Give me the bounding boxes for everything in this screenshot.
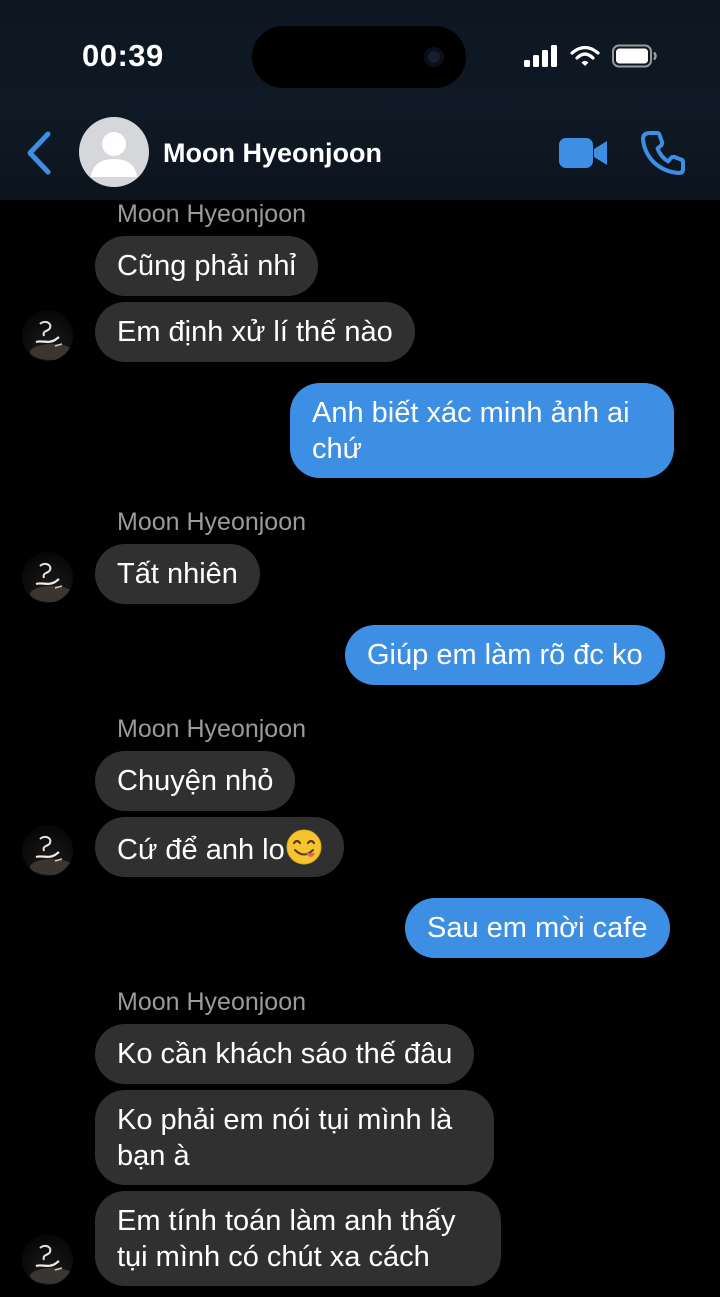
default-user-icon [91, 132, 137, 177]
contact-avatar[interactable] [22, 310, 73, 361]
sender-name: Moon Hyeonjoon [117, 200, 307, 228]
message-text-line: Ko phải em nói tụi mình là [117, 1104, 453, 1136]
message-text: Chuyện nhỏ [117, 765, 274, 797]
message-text: Cũng phải nhỉ [117, 250, 296, 282]
sender-name: Moon Hyeonjoon [117, 715, 307, 743]
incoming-message[interactable]: Chuyện nhỏ [95, 751, 296, 811]
contact-avatar[interactable] [22, 1234, 73, 1285]
contact-avatar[interactable] [22, 825, 73, 876]
message-text-line: tụi mình có chút xa cách [117, 1241, 430, 1273]
avatar-photo [30, 562, 73, 602]
message-text-line: chứ [312, 433, 363, 465]
contact-avatar[interactable] [22, 552, 73, 603]
outgoing-message[interactable]: Sau em mời cafe [405, 898, 670, 958]
front-camera-icon [424, 47, 444, 67]
battery-icon [612, 44, 657, 68]
outgoing-message[interactable]: Giúp em làm rõ đc ko [345, 625, 665, 685]
sender-name: Moon Hyeonjoon [117, 508, 307, 536]
status-time: 00:39 [82, 38, 164, 73]
dynamic-island [252, 26, 466, 88]
video-camera-icon[interactable] [558, 136, 608, 170]
incoming-message[interactable]: Ko cần khách sáo thế đâu [95, 1024, 475, 1084]
message-text: Em định xử lí thế nào [117, 316, 393, 348]
incoming-message[interactable]: Tất nhiên [95, 544, 260, 604]
messenger-chat-screen: Moon Hyeonjoon Cũng phải nhỉ Em định xử … [0, 0, 720, 1297]
yum-face-icon [286, 829, 322, 865]
message-text: Tất nhiên [117, 558, 238, 590]
message-text-line: Em tính toán làm anh thấy [117, 1205, 456, 1237]
message-text: Cứ để anh lo [117, 834, 285, 866]
phone-icon[interactable] [640, 130, 686, 176]
incoming-message[interactable]: Em định xử lí thế nào [95, 302, 415, 362]
message-text: Giúp em làm rõ đc ko [367, 639, 643, 671]
status-icons [524, 44, 658, 68]
chat-header: 00:39 Moon Hyeonjoon [0, 0, 720, 200]
avatar-photo [30, 1244, 73, 1284]
incoming-message[interactable]: Em tính toán làm anh thấy tụi mình có ch… [95, 1191, 501, 1286]
outgoing-message[interactable]: Anh biết xác minh ảnh ai chứ [290, 383, 674, 478]
wifi-icon [570, 45, 600, 66]
message-text-line: bạn à [117, 1140, 190, 1172]
incoming-message[interactable]: Ko phải em nói tụi mình là bạn à [95, 1090, 494, 1185]
message-text: Sau em mời cafe [427, 912, 648, 944]
avatar-photo [30, 320, 73, 360]
chevron-left-icon[interactable] [22, 130, 58, 176]
avatar-photo [30, 835, 73, 875]
message-text-line: Anh biết xác minh ảnh ai [312, 397, 630, 429]
contact-avatar-header[interactable] [79, 117, 149, 187]
incoming-message[interactable]: Cũng phải nhỉ [95, 236, 318, 296]
contact-name[interactable]: Moon Hyeonjoon [163, 138, 382, 169]
cellular-signal-icon [524, 45, 557, 67]
sender-name: Moon Hyeonjoon [117, 988, 307, 1016]
message-text: Ko cần khách sáo thế đâu [117, 1038, 453, 1070]
incoming-message[interactable]: Cứ để anh lo [95, 817, 344, 877]
